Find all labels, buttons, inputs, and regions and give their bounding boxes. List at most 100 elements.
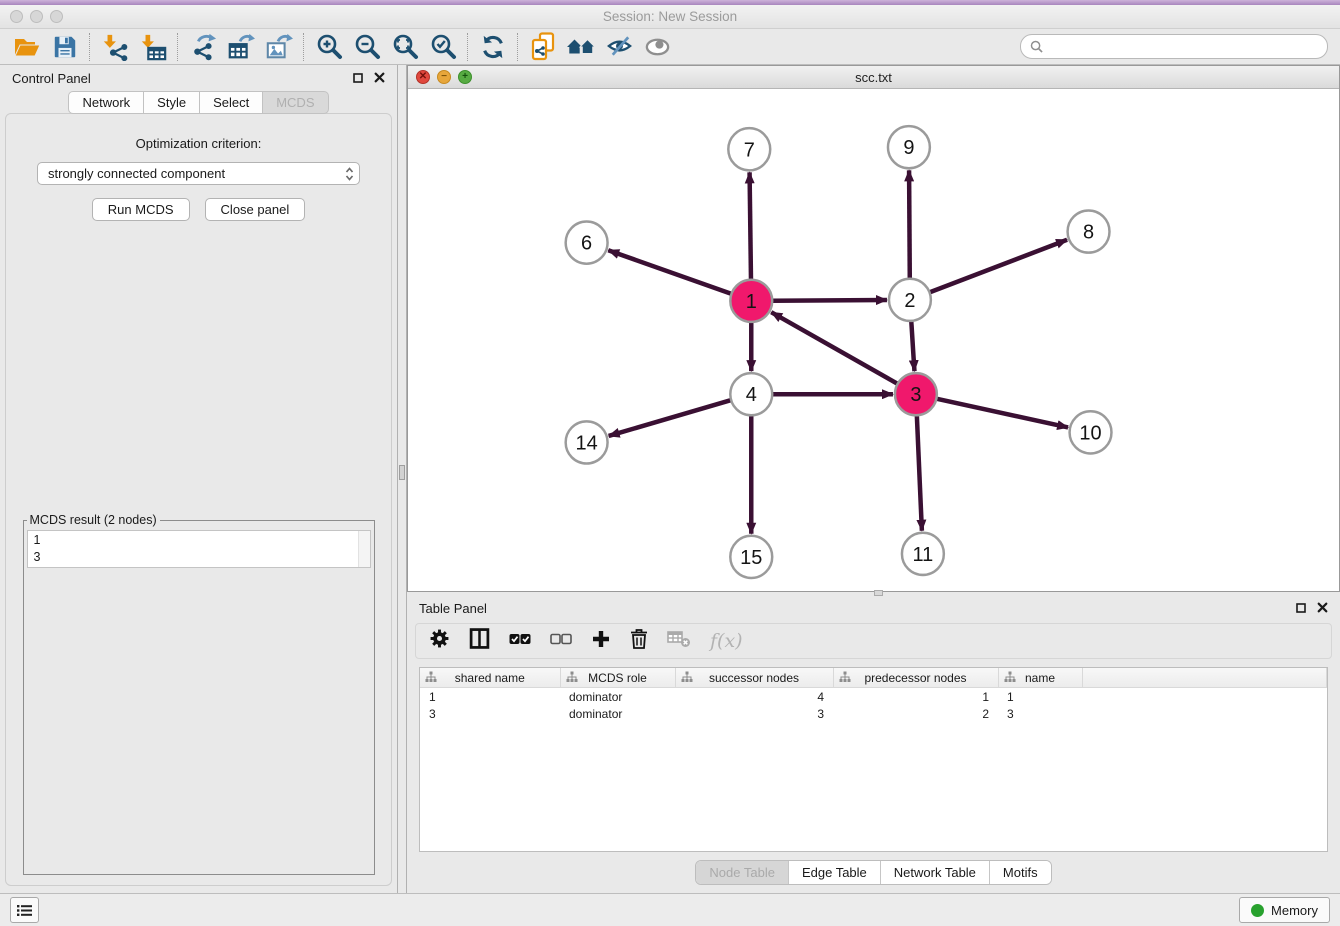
tab-network-table[interactable]: Network Table (881, 861, 990, 884)
close-panel-icon[interactable] (1317, 601, 1328, 616)
table-settings-icon[interactable] (429, 628, 450, 654)
tab-select[interactable]: Select (200, 91, 263, 114)
network-window-title: scc.txt (408, 70, 1339, 85)
hide-graphics-icon[interactable] (600, 32, 638, 62)
tab-edge-table[interactable]: Edge Table (789, 861, 881, 884)
toolbar-separator (177, 33, 179, 61)
node-table[interactable]: shared nameMCDS rolesuccessor nodesprede… (419, 667, 1328, 852)
column-flatten-icon[interactable] (839, 671, 851, 686)
toolbar-separator (467, 33, 469, 61)
criterion-select[interactable]: strongly connected component (37, 162, 360, 185)
run-mcds-button[interactable]: Run MCDS (92, 198, 190, 221)
zoom-selected-icon[interactable] (424, 32, 462, 62)
column-header-successor-nodes[interactable]: successor nodes (675, 668, 833, 688)
workspace-column: ✕ − + scc.txt 7968124314101511 Table Pan… (407, 65, 1340, 893)
close-panel-icon[interactable] (374, 71, 385, 86)
search-field[interactable] (1020, 34, 1328, 59)
create-column-icon[interactable] (591, 629, 611, 654)
splitter-grip[interactable] (399, 465, 405, 480)
toolbar-separator (303, 33, 305, 61)
tab-motifs[interactable]: Motifs (990, 861, 1051, 884)
status-bar: Memory (0, 893, 1340, 926)
graph-node-label-4: 4 (746, 384, 757, 406)
column-flatten-icon[interactable] (1004, 671, 1016, 686)
mcds-result-group: MCDS result (2 nodes) 1 3 (23, 513, 375, 875)
mcds-result-title: MCDS result (2 nodes) (27, 513, 160, 527)
table-tab-bar: Node TableEdge TableNetwork TableMotifs (407, 852, 1340, 893)
show-graphics-details-icon[interactable] (638, 32, 676, 62)
graph-edge-2-9[interactable] (909, 170, 910, 278)
mcds-result-area[interactable]: 1 3 (27, 530, 371, 568)
select-all-icon[interactable] (509, 632, 531, 651)
horizontal-splitter[interactable] (407, 592, 1340, 595)
graph-edge-1-2[interactable] (772, 300, 887, 301)
application-window: Session: New Session (0, 0, 1340, 926)
export-image-icon[interactable] (260, 32, 298, 62)
graph-node-label-9: 9 (903, 137, 914, 159)
network-window-titlebar: ✕ − + scc.txt (408, 66, 1339, 89)
tab-node-table[interactable]: Node Table (696, 861, 789, 884)
tab-style[interactable]: Style (144, 91, 200, 114)
table-header-row: shared nameMCDS rolesuccessor nodesprede… (420, 668, 1327, 688)
graph-node-label-11: 11 (913, 544, 934, 566)
memory-status-icon (1251, 904, 1264, 917)
memory-button[interactable]: Memory (1239, 897, 1330, 923)
import-network-icon[interactable] (96, 32, 134, 62)
column-header-name[interactable]: name (998, 668, 1082, 688)
open-session-icon[interactable] (8, 32, 46, 62)
graph-edge-1-7[interactable] (750, 172, 751, 279)
window-titlebar: Session: New Session (0, 5, 1340, 29)
zoom-fit-icon[interactable] (386, 32, 424, 62)
network-canvas[interactable]: 7968124314101511 (408, 89, 1339, 591)
control-panel-header: Control Panel (0, 65, 397, 91)
graph-edge-3-1[interactable] (771, 312, 897, 384)
graph-edge-3-10[interactable] (936, 399, 1068, 428)
splitter-grip[interactable] (874, 590, 883, 596)
result-scrollbar[interactable] (358, 531, 370, 567)
show-task-history-button[interactable] (10, 897, 39, 923)
delete-table-icon[interactable] (667, 630, 691, 653)
toggle-column-display-icon[interactable] (469, 628, 490, 654)
graph-edge-4-14[interactable] (609, 400, 731, 436)
graph-edge-2-8[interactable] (930, 240, 1068, 293)
table-row[interactable]: 3dominator323 (420, 705, 1327, 722)
graph-node-label-6: 6 (581, 233, 592, 255)
delete-columns-icon[interactable] (630, 628, 648, 654)
graph-node-label-15: 15 (740, 547, 762, 569)
close-panel-button[interactable]: Close panel (205, 198, 306, 221)
window-title: Session: New Session (0, 9, 1340, 24)
clone-network-icon[interactable] (524, 32, 562, 62)
save-session-icon[interactable] (46, 32, 84, 62)
network-graph: 7968124314101511 (408, 89, 1339, 591)
table-panel-title: Table Panel (419, 601, 487, 616)
float-panel-icon[interactable] (1296, 601, 1306, 616)
column-flatten-icon[interactable] (681, 671, 693, 686)
function-builder-icon[interactable]: f(x) (710, 630, 743, 652)
column-header-predecessor-nodes[interactable]: predecessor nodes (833, 668, 998, 688)
vertical-splitter[interactable] (397, 65, 407, 893)
import-table-icon[interactable] (134, 32, 172, 62)
table-row[interactable]: 1dominator411 (420, 688, 1327, 706)
column-header-MCDS-role[interactable]: MCDS role (560, 668, 675, 688)
first-neighbors-icon[interactable] (562, 32, 600, 62)
mcds-tab-content: Optimization criterion: strongly connect… (5, 113, 392, 886)
search-input[interactable] (1049, 38, 1318, 55)
apply-layout-icon[interactable] (474, 32, 512, 62)
export-network-icon[interactable] (184, 32, 222, 62)
column-header-shared-name[interactable]: shared name (420, 668, 560, 688)
export-table-icon[interactable] (222, 32, 260, 62)
main-area: Control Panel NetworkStyleSelectMCDS Opt… (0, 65, 1340, 893)
graph-edge-2-3[interactable] (911, 321, 914, 371)
tab-mcds[interactable]: MCDS (263, 91, 328, 114)
float-panel-icon[interactable] (353, 71, 363, 86)
tab-network[interactable]: Network (68, 91, 144, 114)
zoom-out-icon[interactable] (348, 32, 386, 62)
search-icon (1030, 40, 1043, 53)
graph-edge-3-11[interactable] (917, 415, 922, 531)
column-flatten-icon[interactable] (425, 671, 437, 686)
column-flatten-icon[interactable] (566, 671, 578, 686)
graph-edge-1-6[interactable] (608, 250, 731, 294)
select-stepper-icon (345, 166, 354, 182)
zoom-in-icon[interactable] (310, 32, 348, 62)
deselect-all-icon[interactable] (550, 632, 572, 651)
